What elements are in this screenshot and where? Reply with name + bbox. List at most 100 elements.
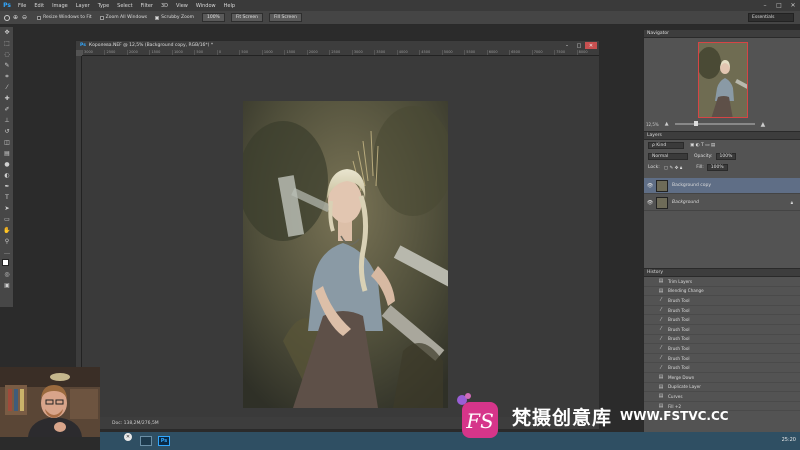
lasso-tool-icon[interactable]: ◌: [0, 49, 14, 60]
ruler-tick: 3000: [351, 50, 374, 55]
watermark: FS 梵摄创意库 WWW.FSTVC.CC: [454, 386, 754, 446]
scrubby-zoom-option[interactable]: Scrubby Zoom: [155, 15, 194, 20]
menu-item-3d[interactable]: 3D: [157, 3, 172, 9]
history-item[interactable]: ⁄ Brush Tool: [644, 315, 800, 325]
menu-item-select[interactable]: Select: [113, 3, 136, 9]
menu-item-image[interactable]: Image: [48, 3, 72, 9]
healing-brush-tool-icon[interactable]: ✚: [0, 93, 14, 104]
fit-screen-button[interactable]: Fit Screen: [230, 13, 264, 22]
extras-icon[interactable]: …: [0, 247, 14, 258]
screen-mode-icon[interactable]: ▣: [0, 280, 14, 291]
eyedropper-tool-icon[interactable]: ⁄: [0, 82, 14, 93]
history-item[interactable]: ▤ Blending Change: [644, 287, 800, 297]
navigator-zoom-knob[interactable]: [693, 121, 698, 126]
hand-tool-icon[interactable]: ✋: [0, 225, 14, 236]
maximize-button[interactable]: □: [772, 0, 786, 11]
zoom-in-large-icon[interactable]: ▲: [761, 121, 766, 128]
right-panels: Navigator 12,5% ▲ ▲ Layers ρ Kind ▣ ◐ T …: [643, 30, 800, 440]
ruler-tick: 500: [194, 50, 216, 55]
menu-item-filter[interactable]: Filter: [137, 3, 157, 9]
zoom-out-icon[interactable]: ⊖: [22, 14, 27, 21]
clone-stamp-tool-icon[interactable]: ⊥: [0, 115, 14, 126]
taskbar-app-icon[interactable]: [140, 436, 152, 446]
doc-close-button[interactable]: ✕: [585, 42, 597, 49]
history-item[interactable]: ⁄ Brush Tool: [644, 306, 800, 316]
marquee-tool-icon[interactable]: ⬚: [0, 38, 14, 49]
portrait-photo[interactable]: [243, 101, 448, 408]
navigator-thumbnail[interactable]: [698, 42, 748, 118]
dodge-tool-icon[interactable]: ◐: [0, 170, 14, 181]
canvas-area[interactable]: [82, 56, 599, 417]
zoom-out-small-icon[interactable]: ▲: [665, 121, 669, 127]
doc-maximize-button[interactable]: □: [573, 42, 585, 49]
tab-navigator[interactable]: Navigator: [644, 30, 800, 38]
tab-history[interactable]: History: [644, 269, 800, 277]
zoom-tool-icon[interactable]: ⚲: [0, 236, 14, 247]
overlay-close-icon[interactable]: ✕: [124, 433, 132, 441]
pen-tool-icon[interactable]: ✒: [0, 181, 14, 192]
history-item[interactable]: ▤ Trim Layers: [644, 277, 800, 287]
history-item[interactable]: ⁄ Brush Tool: [644, 325, 800, 335]
history-item-label: Brush Tool: [668, 307, 690, 313]
lock-label: Lock:: [648, 165, 660, 170]
navigator-zoom-slider[interactable]: [674, 121, 755, 126]
layers-kind-filter[interactable]: ρ Kind: [648, 142, 684, 149]
visibility-eye-icon[interactable]: 👁︎: [644, 183, 656, 189]
menu-item-window[interactable]: Window: [192, 3, 220, 9]
history-item[interactable]: ⁄ Brush Tool: [644, 335, 800, 345]
zoom-all-windows-option[interactable]: Zoom All Windows: [99, 15, 147, 20]
layer-row[interactable]: 👁︎ Background 🔒︎: [644, 195, 800, 211]
close-button[interactable]: ✕: [786, 0, 800, 11]
type-tool-icon[interactable]: T: [0, 192, 14, 203]
opacity-input[interactable]: 100%: [715, 153, 737, 160]
filter-icons[interactable]: ▣ ◐ T ▭ ▤: [690, 143, 715, 148]
blur-tool-icon[interactable]: ●: [0, 159, 14, 170]
history-item[interactable]: ⁄ Brush Tool: [644, 354, 800, 364]
zoom-in-icon[interactable]: ⊕: [13, 14, 18, 21]
path-select-tool-icon[interactable]: ➤: [0, 203, 14, 214]
resize-windows-checkbox[interactable]: [37, 15, 42, 20]
resize-windows-option[interactable]: Resize Windows to Fit: [37, 15, 92, 20]
history-item[interactable]: ⁄ Brush Tool: [644, 363, 800, 373]
history-item[interactable]: ⁄ Brush Tool: [644, 344, 800, 354]
color-swatches-icon[interactable]: [0, 258, 14, 269]
taskbar-photoshop-icon[interactable]: Ps: [158, 436, 170, 446]
crop-tool-icon[interactable]: ⌗: [0, 71, 14, 82]
menu-item-edit[interactable]: Edit: [30, 3, 48, 9]
move-tool-icon[interactable]: ✥: [0, 27, 14, 38]
minimize-button[interactable]: –: [758, 0, 772, 11]
menu-item-layer[interactable]: Layer: [72, 3, 94, 9]
history-brush-tool-icon[interactable]: ↺: [0, 126, 14, 137]
zoom-100-button[interactable]: 100%: [201, 13, 225, 22]
navigator-zoom-value[interactable]: 12,5%: [646, 122, 659, 127]
quick-mask-icon[interactable]: ◎: [0, 269, 14, 280]
quick-select-tool-icon[interactable]: ✎: [0, 60, 14, 71]
watermark-url: WWW.FSTVC.CC: [620, 409, 729, 423]
history-item[interactable]: ▤ Merge Down: [644, 373, 800, 383]
brush-tool-icon[interactable]: ✐: [0, 104, 14, 115]
eraser-tool-icon[interactable]: ◫: [0, 137, 14, 148]
zoom-all-windows-checkbox[interactable]: [99, 15, 104, 20]
fill-label: Fill:: [696, 165, 704, 170]
visibility-eye-icon[interactable]: 👁︎: [644, 200, 656, 206]
brush-icon: ⁄: [660, 316, 662, 323]
doc-minimize-button[interactable]: –: [561, 42, 573, 49]
layer-row[interactable]: 👁︎ Background copy: [644, 178, 800, 194]
scrubby-zoom-checkbox[interactable]: [155, 15, 160, 20]
lock-icons[interactable]: ▢ ✎ ✥ 🔒︎: [664, 165, 682, 171]
fill-input[interactable]: 100%: [706, 164, 728, 171]
history-item[interactable]: ⁄ Brush Tool: [644, 296, 800, 306]
menu-item-file[interactable]: File: [14, 3, 30, 9]
menu-item-type[interactable]: Type: [94, 3, 113, 9]
workspace-select[interactable]: Essentials: [748, 13, 794, 22]
fill-screen-button[interactable]: Fill Screen: [269, 13, 302, 22]
shape-tool-icon[interactable]: ▭: [0, 214, 14, 225]
ruler-tick: 2500: [104, 50, 126, 55]
ruler-tick: 0: [216, 50, 239, 55]
blend-mode-select[interactable]: Normal: [648, 153, 688, 160]
history-item-label: Trim Layers: [668, 278, 693, 284]
menu-item-help[interactable]: Help: [220, 3, 239, 9]
tab-layers[interactable]: Layers: [644, 132, 800, 140]
gradient-tool-icon[interactable]: ▤: [0, 148, 14, 159]
menu-item-view[interactable]: View: [172, 3, 192, 9]
